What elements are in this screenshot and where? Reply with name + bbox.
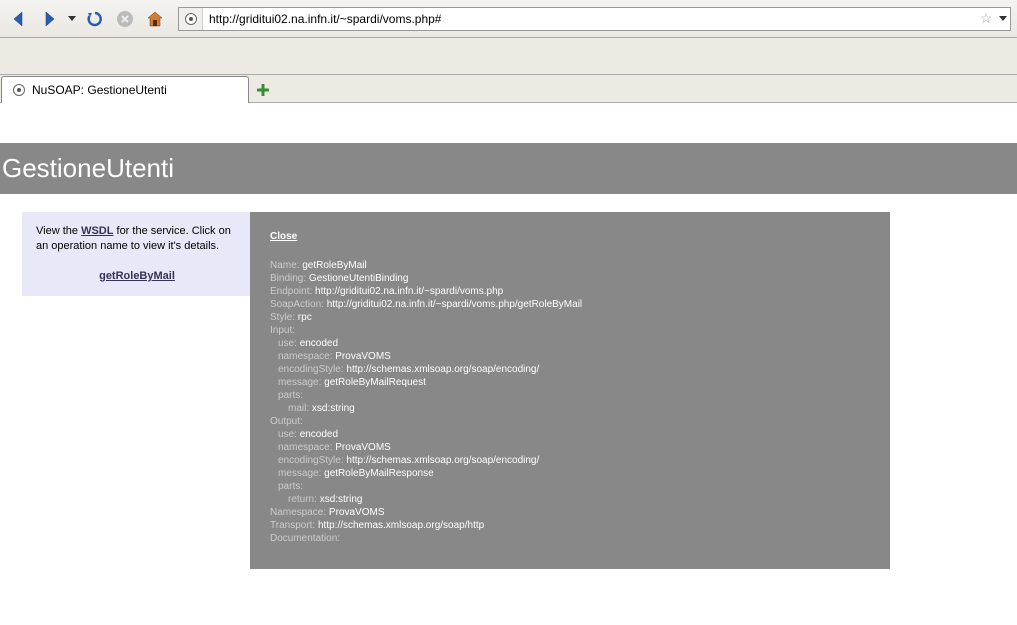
output-enc-label: encodingStyle: [278,455,346,466]
input-ns-value: ProvaVOMS [335,351,391,362]
input-part1-label: mail: [288,403,312,414]
input-enc-value: http://schemas.xmlsoap.org/soap/encoding… [346,364,539,375]
tab-title: NuSOAP: GestioneUtenti [32,83,167,97]
input-ns-label: namespace: [278,351,335,362]
page-content: GestioneUtenti View the WSDL for the ser… [0,143,1017,625]
url-input[interactable] [203,8,976,30]
info-text-prefix: View the [36,225,81,237]
bookmark-star-icon[interactable]: ☆ [976,10,996,27]
input-msg-label: message: [278,377,324,388]
style-label: Style: [270,312,298,323]
main-row: View the WSDL for the service. Click on … [0,212,1017,569]
output-use-value: encoded [300,429,338,440]
name-value: getRoleByMail [302,260,366,271]
style-value: rpc [298,312,312,323]
tab-strip: NuSOAP: GestioneUtenti [0,75,1017,103]
output-enc-value: http://schemas.xmlsoap.org/soap/encoding… [346,455,539,466]
endpoint-label: Endpoint: [270,286,315,297]
output-part1-label: return: [288,494,320,505]
new-tab-button[interactable] [249,78,277,102]
transport-value: http://schemas.xmlsoap.org/soap/http [318,520,484,531]
browser-toolbar: ☆ [0,0,1017,38]
info-panel: View the WSDL for the service. Click on … [22,212,252,296]
favicon-icon [185,13,197,25]
wsdl-link[interactable]: WSDL [81,225,113,237]
binding-value: GestioneUtentiBinding [309,273,409,284]
input-parts-label: parts: [278,390,303,401]
input-msg-value: getRoleByMailRequest [324,377,426,388]
bookmarks-bar [0,38,1017,75]
output-msg-label: message: [278,468,324,479]
input-label: Input: [270,325,295,336]
documentation-label: Documentation: [270,533,340,544]
output-use-label: use: [278,429,300,440]
output-part1-value: xsd:string [320,494,363,505]
input-part1-value: xsd:string [312,403,355,414]
soapaction-value: http://griditui02.na.infn.it/~spardi/vom… [327,299,582,310]
back-button[interactable] [6,6,32,32]
forward-button[interactable] [36,6,62,32]
binding-label: Binding: [270,273,309,284]
stop-button[interactable] [112,6,138,32]
home-button[interactable] [142,6,168,32]
name-label: Name: [270,260,302,271]
detail-panel: Close Name: getRoleByMail Binding: Gesti… [250,212,890,569]
operation-link[interactable]: getRoleByMail [99,270,175,282]
soapaction-label: SoapAction: [270,299,327,310]
detail-body: Name: getRoleByMail Binding: GestioneUte… [270,259,870,545]
output-msg-value: getRoleByMailResponse [324,468,434,479]
history-dropdown[interactable] [66,16,78,21]
close-link[interactable]: Close [270,231,297,242]
transport-label: Transport: [270,520,318,531]
input-enc-label: encodingStyle: [278,364,346,375]
namespace-label: Namespace: [270,507,329,518]
namespace-value: ProvaVOMS [329,507,385,518]
tab-favicon-icon [12,83,26,97]
output-ns-value: ProvaVOMS [335,442,391,453]
input-use-value: encoded [300,338,338,349]
output-label: Output: [270,416,303,427]
url-dropdown[interactable] [996,16,1010,21]
output-parts-label: parts: [278,481,303,492]
endpoint-value: http://griditui02.na.infn.it/~spardi/vom… [315,286,503,297]
tab-active[interactable]: NuSOAP: GestioneUtenti [1,76,249,103]
site-identity-button[interactable] [179,8,203,30]
output-ns-label: namespace: [278,442,335,453]
reload-button[interactable] [82,6,108,32]
page-title: GestioneUtenti [0,143,1017,194]
input-use-label: use: [278,338,300,349]
url-bar: ☆ [178,7,1011,31]
